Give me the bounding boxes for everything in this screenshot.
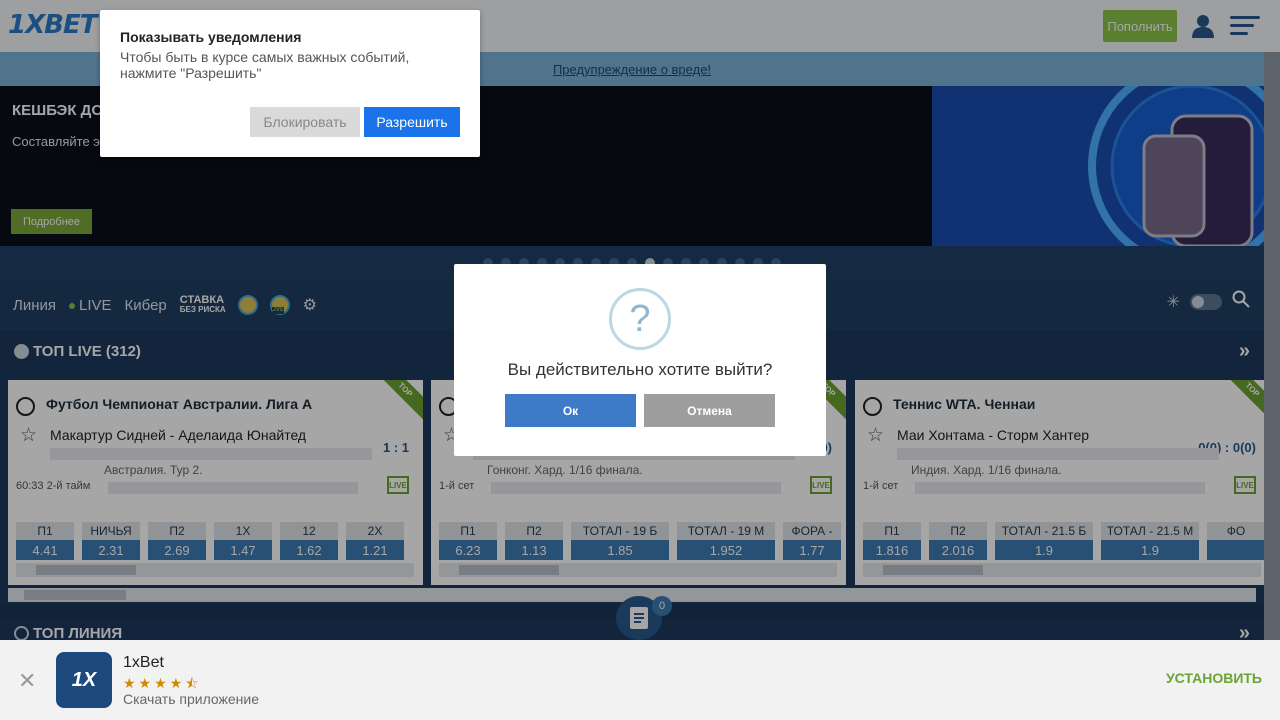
close-icon[interactable]: ✕ bbox=[18, 668, 36, 694]
notification-prompt: Показывать уведомления Чтобы быть в курс… bbox=[100, 10, 480, 157]
app-install-bar: ✕ 1X 1xBet ★★★★⯪ Скачать приложение УСТА… bbox=[0, 640, 1280, 720]
app-subtitle: Скачать приложение bbox=[123, 691, 260, 707]
notification-title: Показывать уведомления bbox=[120, 29, 302, 45]
install-button[interactable]: УСТАНОВИТЬ bbox=[1166, 670, 1262, 686]
cancel-button[interactable]: Отмена bbox=[644, 394, 775, 427]
notification-text: Чтобы быть в курсе самых важных событий,… bbox=[120, 49, 410, 81]
block-button[interactable]: Блокировать bbox=[250, 107, 360, 137]
app-icon: 1X bbox=[56, 652, 112, 708]
app-name: 1xBet bbox=[123, 654, 164, 671]
page: 1XBET Пополнить Предупреждение о вреде! … bbox=[0, 0, 1280, 720]
question-icon: ? bbox=[609, 288, 671, 350]
ok-button[interactable]: Ок bbox=[505, 394, 636, 427]
allow-button[interactable]: Разрешить bbox=[364, 107, 460, 137]
logout-dialog: ? Вы действительно хотите выйти? Ок Отме… bbox=[454, 264, 826, 456]
dialog-message: Вы действительно хотите выйти? bbox=[507, 360, 773, 379]
